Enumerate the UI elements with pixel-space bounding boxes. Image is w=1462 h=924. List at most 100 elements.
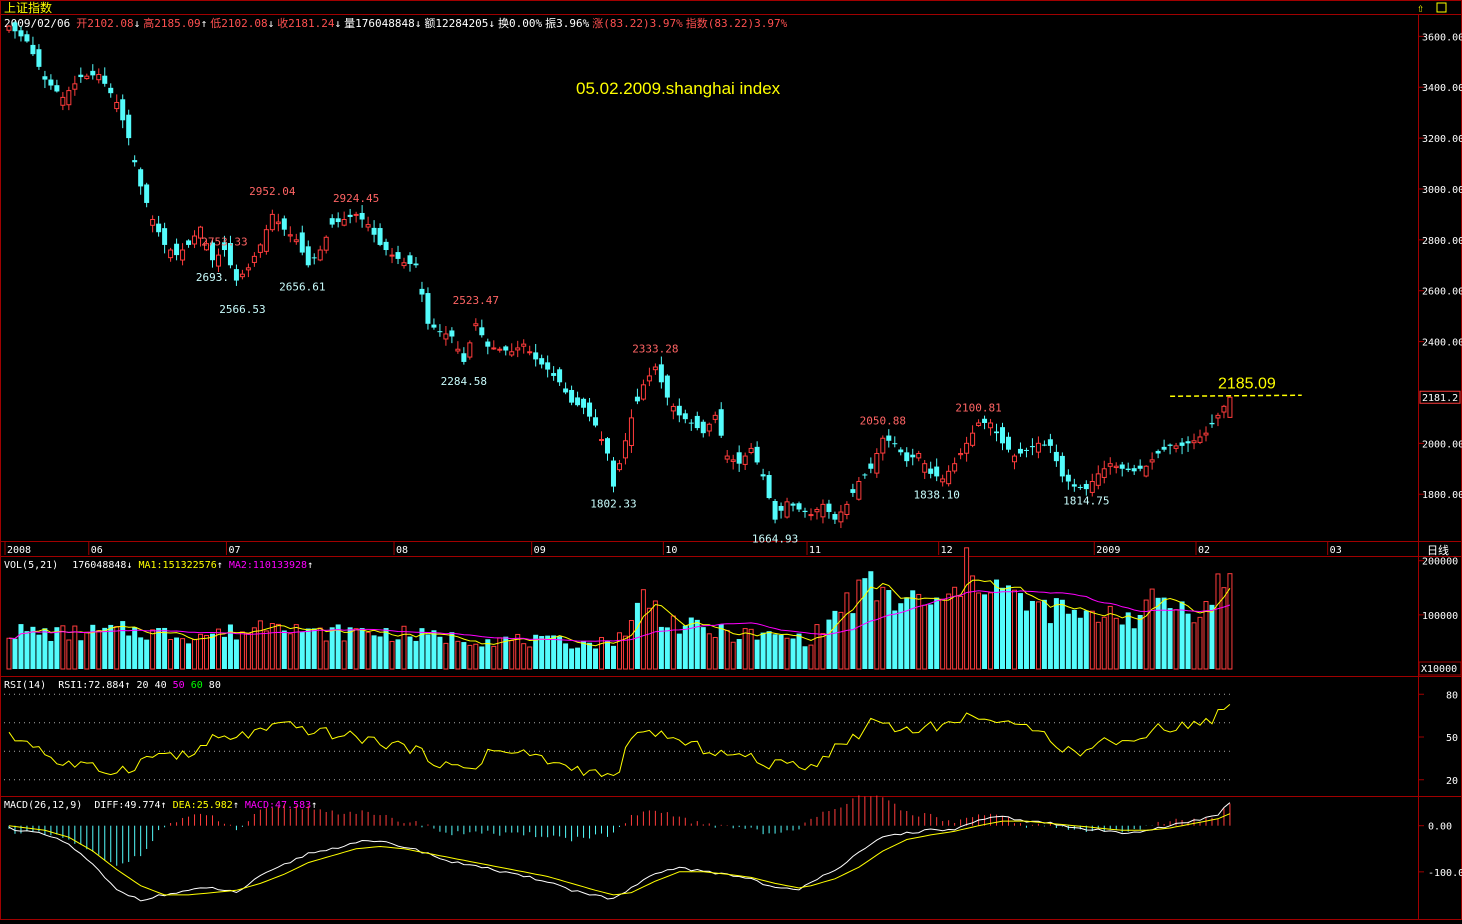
price-candle (730, 459, 736, 462)
volume-bar (587, 642, 593, 669)
price-candle (581, 398, 587, 408)
scroll-box-icon[interactable] (1436, 2, 1447, 13)
price-annotation: 1814.75 (1063, 494, 1109, 507)
price-candle (646, 375, 652, 382)
price-candle (652, 366, 658, 371)
volume-bar (934, 597, 940, 669)
volume-bar (1173, 609, 1179, 670)
price-candle (658, 364, 664, 383)
volume-bar (569, 648, 575, 669)
volume-bar (658, 626, 664, 669)
volume-tick-label: 100000 (1422, 611, 1458, 622)
volume-bar (850, 613, 856, 669)
volume-bar (910, 590, 916, 669)
volume-bar (30, 626, 36, 669)
rsi-legend: RSI(14) RSI1:72.884↑ 20 40 50 60 80 (4, 680, 221, 691)
price-candle (305, 246, 311, 266)
price-candle (736, 452, 742, 464)
volume-bar (78, 640, 84, 669)
volume-bar (305, 628, 311, 669)
price-candle (72, 83, 78, 90)
price-candle (940, 478, 946, 483)
volume-bar (1107, 605, 1113, 670)
price-axis: 3600.00 3400.00 3200.00 3000.00 2800.00 2600.… (1418, 32, 1462, 501)
price-candle (1119, 464, 1125, 469)
price-candle (275, 221, 281, 225)
rsi-value: RSI1:72.884 (58, 680, 124, 691)
vol-legend: VOL(5,21) 176048848↓ MA1:151322576↑ MA2:… (4, 560, 313, 571)
volume-bar (1023, 610, 1029, 669)
price-candle (54, 85, 60, 92)
price-candle (1000, 427, 1006, 444)
price-candle (1041, 444, 1047, 446)
volume-bar (383, 628, 389, 669)
macd-title: MACD(26,12,9) (4, 800, 82, 811)
price-candle (114, 101, 120, 110)
volume-bar (640, 589, 646, 670)
price-candle (796, 503, 802, 510)
price-candle (742, 455, 748, 465)
price-candle (192, 235, 198, 245)
volume-bar (227, 624, 233, 669)
volume-bar (473, 643, 479, 670)
price-candle (407, 255, 413, 265)
price-candle (257, 244, 263, 253)
price-candle (365, 224, 371, 228)
macd-tick-label: -100.00 (1428, 868, 1462, 879)
volume-bar (269, 622, 275, 670)
price-candle (186, 240, 192, 245)
price-candle (880, 437, 886, 454)
volume-bar (359, 628, 365, 669)
price-candle (269, 213, 275, 231)
scroll-up-icon[interactable]: ⇧ (1417, 1, 1424, 15)
scroll-arrows[interactable]: ⇧ (1417, 1, 1447, 15)
header-field: 开2102.08 (76, 17, 133, 30)
volume-bar (1113, 617, 1119, 670)
volume-bar (24, 631, 30, 669)
volume-bar (156, 628, 162, 669)
volume-bar (144, 639, 150, 669)
volume-bar (922, 604, 928, 670)
price-candle (1161, 446, 1167, 450)
volume-bar (1227, 573, 1233, 670)
price-candle (467, 342, 473, 358)
volume-bar (1215, 573, 1221, 670)
chart-canvas[interactable]: 上证指数 ⇧ 2009/02/06 开2102.08↓ 高2185.09↑ 低2102… (0, 0, 1462, 920)
volume-bar (192, 638, 198, 670)
price-candle (904, 452, 910, 462)
header-field: ↓ (415, 17, 422, 30)
volume-bar (1053, 598, 1059, 669)
date-tick-label: 03 (1330, 545, 1342, 556)
volume-bar (706, 633, 712, 670)
price-candle (323, 236, 329, 251)
header-field: 收2181.24 (277, 16, 335, 30)
price-candle (245, 267, 251, 271)
volume-bar (323, 640, 329, 670)
rsi-tick-label: 80 (1446, 690, 1458, 701)
price-candle (892, 443, 898, 445)
header-field: 高2185.09 (143, 16, 200, 30)
price-annotation: 2924.45 (333, 192, 379, 205)
header-field: ↓ (134, 17, 141, 30)
price-candle (832, 514, 838, 520)
volume-bar (66, 639, 72, 670)
price-candle (1215, 414, 1221, 419)
date-tick-label: 2008 (7, 545, 31, 556)
price-candle (1017, 448, 1023, 454)
volume-bar (102, 627, 108, 669)
volume-bar (449, 632, 455, 669)
volume-bar (395, 639, 401, 669)
price-candle (383, 241, 389, 251)
price-candle (844, 503, 850, 515)
price-candle (754, 446, 760, 463)
volume-bar (1035, 601, 1041, 670)
volume-bar (204, 634, 210, 670)
chart-title: 05.02.2009.shanghai index (576, 79, 781, 98)
highlight-dashed-line (1170, 394, 1302, 398)
price-candle (18, 30, 24, 37)
volume-bar (257, 620, 263, 670)
volume-bar (928, 604, 934, 669)
volume-bar (527, 646, 533, 670)
price-candle (479, 327, 485, 336)
volume-bar (389, 640, 395, 670)
